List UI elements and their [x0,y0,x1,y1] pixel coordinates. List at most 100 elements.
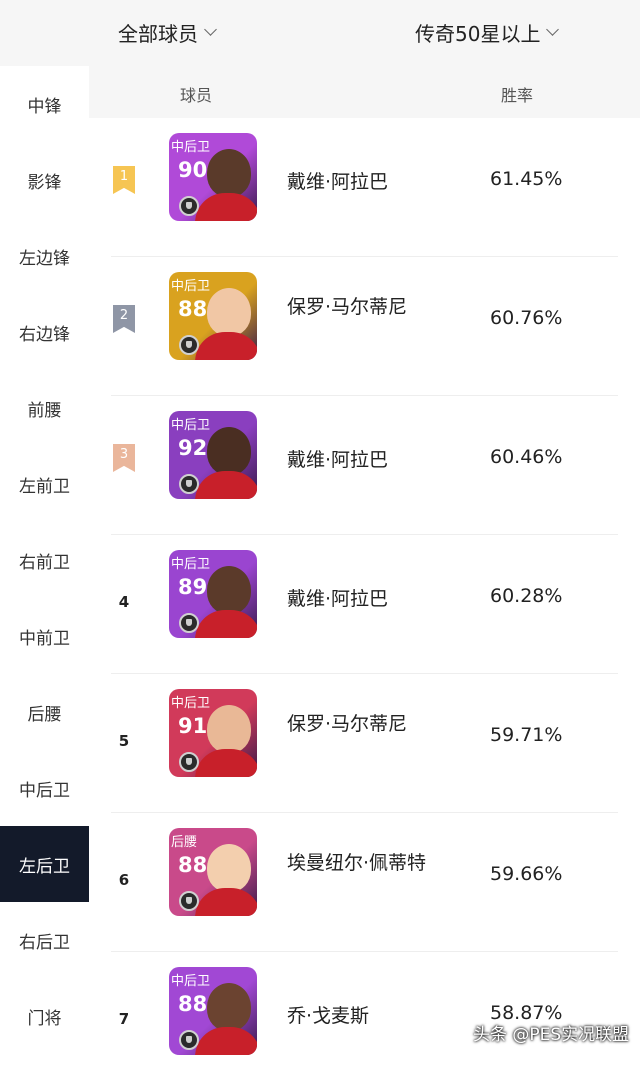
card-position: 中后卫 [171,418,211,433]
shield-icon [179,335,199,355]
player-portrait [207,427,251,475]
filter-bar: 全部球员 传奇50星以上 [0,0,640,66]
shield-icon [179,196,199,216]
player-row[interactable]: 6 后腰 88 埃曼纽尔·佩蒂特 59.66% [111,813,618,952]
rank-number: 4 [118,593,130,611]
card-position: 中后卫 [171,557,211,572]
player-group-dropdown[interactable]: 全部球员 [118,18,217,47]
win-rate: 60.46% [490,446,563,468]
sidebar-item-label: 左边锋 [19,248,70,269]
rank-medal-icon: 2 [113,305,135,333]
sidebar-item-label: 门将 [27,1008,62,1029]
sidebar-item-label: 左后卫 [19,856,70,877]
sidebar-item-position[interactable]: 左前卫 [0,446,89,522]
sidebar-item-position[interactable]: 左后卫 [0,826,89,902]
rank-number: 5 [118,732,130,750]
player-name: 保罗·马尔蒂尼 [287,713,408,735]
player-portrait [207,288,251,336]
sidebar-item-position[interactable]: 后腰 [0,674,89,750]
win-rate-column-header: 胜率 [501,86,534,105]
player-portrait [207,149,251,197]
sidebar-item-position[interactable]: 前腰 [0,370,89,446]
card-rating: 90 [178,158,208,182]
watermark: 头条 @PES实况联盟 [473,1025,630,1045]
player-name: 戴维·阿拉巴 [287,588,389,610]
player-name: 乔·戈麦斯 [287,1005,370,1027]
sidebar-item-label: 中后卫 [19,780,70,801]
win-rate: 59.66% [490,863,563,885]
position-sidebar: 中锋影锋左边锋右边锋前腰左前卫右前卫中前卫后腰中后卫左后卫右后卫门将 [0,66,89,1055]
shield-icon [179,891,199,911]
player-card[interactable]: 中后卫 92 [169,411,257,499]
player-row[interactable]: 1 中后卫 90 戴维·阿拉巴 61.45% [111,118,618,257]
player-card[interactable]: 中后卫 89 [169,550,257,638]
chevron-down-icon [546,23,560,36]
player-name: 埃曼纽尔·佩蒂特 [287,852,427,874]
player-portrait [207,844,251,892]
shield-icon [179,613,199,633]
player-jersey [195,888,257,916]
ranking-list: 1 中后卫 90 戴维·阿拉巴 61.45% 2 中后卫 88 保罗·马尔蒂尼 60.76% 3 中后… [89,118,640,1090]
win-rate: 59.71% [490,724,563,746]
card-position: 中后卫 [171,140,211,155]
player-card[interactable]: 中后卫 90 [169,133,257,221]
rank-number: 6 [118,871,130,889]
rank-medal-icon: 1 [113,166,135,194]
player-card[interactable]: 中后卫 88 [169,967,257,1055]
card-position: 中后卫 [171,974,211,989]
player-name: 戴维·阿拉巴 [287,171,389,193]
player-card[interactable]: 后腰 88 [169,828,257,916]
player-name: 保罗·马尔蒂尼 [287,296,408,318]
tier-dropdown[interactable]: 传奇50星以上 [415,18,560,47]
tier-label: 传奇50星以上 [415,22,541,46]
sidebar-item-position[interactable]: 右后卫 [0,902,89,978]
card-position: 中后卫 [171,279,211,294]
card-rating: 88 [178,297,208,321]
sidebar-item-position[interactable]: 中锋 [0,66,89,142]
player-jersey [195,610,257,638]
sidebar-item-label: 中锋 [27,96,62,117]
player-jersey [195,193,257,221]
player-row[interactable]: 3 中后卫 92 戴维·阿拉巴 60.46% [111,396,618,535]
player-group-label: 全部球员 [118,22,198,46]
table-header: 球员 胜率 [89,66,640,118]
player-name: 戴维·阿拉巴 [287,449,389,471]
sidebar-item-label: 影锋 [27,172,62,193]
sidebar-item-position[interactable]: 门将 [0,978,89,1054]
sidebar-item-position[interactable]: 右边锋 [0,294,89,370]
player-portrait [207,705,251,753]
chevron-down-icon [204,23,217,36]
card-rating: 88 [178,992,208,1016]
player-jersey [195,471,257,499]
player-row[interactable]: 2 中后卫 88 保罗·马尔蒂尼 60.76% [111,257,618,396]
player-jersey [195,1027,257,1055]
card-rating: 88 [178,853,208,877]
player-jersey [195,749,257,777]
card-rating: 89 [178,575,208,599]
sidebar-item-position[interactable]: 中前卫 [0,598,89,674]
sidebar-item-position[interactable]: 右前卫 [0,522,89,598]
player-card[interactable]: 中后卫 88 [169,272,257,360]
player-portrait [207,983,251,1031]
sidebar-item-label: 右前卫 [19,552,70,573]
sidebar-item-position[interactable]: 左边锋 [0,218,89,294]
sidebar-item-label: 前腰 [27,400,62,421]
shield-icon [179,752,199,772]
rank-number: 7 [118,1010,130,1028]
card-rating: 92 [178,436,208,460]
win-rate: 60.76% [490,307,563,329]
sidebar-item-position[interactable]: 影锋 [0,142,89,218]
player-row[interactable]: 5 中后卫 91 保罗·马尔蒂尼 59.71% [111,674,618,813]
player-row[interactable]: 4 中后卫 89 戴维·阿拉巴 60.28% [111,535,618,674]
player-card[interactable]: 中后卫 91 [169,689,257,777]
win-rate: 60.28% [490,585,563,607]
win-rate: 61.45% [490,168,563,190]
sidebar-item-label: 后腰 [27,704,62,725]
rank-medal-icon: 3 [113,444,135,472]
sidebar-item-position[interactable]: 中后卫 [0,750,89,826]
player-jersey [195,332,257,360]
shield-icon [179,1030,199,1050]
shield-icon [179,474,199,494]
sidebar-item-label: 右边锋 [19,324,70,345]
card-position: 中后卫 [171,696,211,711]
